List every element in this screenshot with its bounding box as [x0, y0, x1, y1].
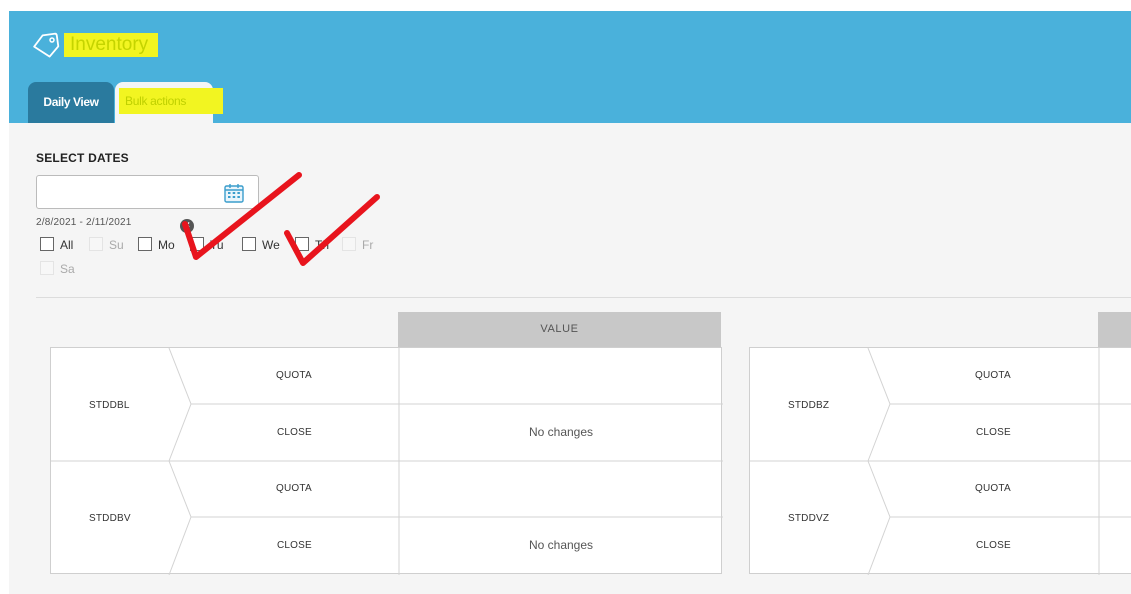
- room-table-right: STDDBZ QUOTA CLOSE STDDVZ QUOTA CLOSE: [749, 347, 1131, 575]
- app-header: Inventory Daily View Bulk actions: [9, 11, 1131, 123]
- day-label: Sa: [60, 262, 75, 276]
- day-label: Su: [109, 238, 124, 252]
- value-column-header-right: [1098, 312, 1131, 347]
- close-value[interactable]: No changes: [399, 538, 723, 552]
- tab-bulk-actions[interactable]: Bulk actions: [115, 82, 223, 123]
- day-label: All: [60, 238, 74, 252]
- select-dates-label: SELECT DATES: [36, 151, 129, 165]
- room-code: STDDVZ: [788, 513, 830, 524]
- tab-bulk-actions-label: Bulk actions: [119, 88, 223, 114]
- checkbox[interactable]: [40, 237, 54, 251]
- selected-range-text: 2/8/2021 - 2/11/2021: [36, 217, 132, 228]
- row-type: QUOTA: [276, 483, 312, 494]
- row-type: CLOSE: [277, 427, 312, 438]
- row-type: QUOTA: [276, 370, 312, 381]
- checkbox[interactable]: [138, 237, 152, 251]
- row-type: QUOTA: [975, 483, 1011, 494]
- row-type: CLOSE: [976, 427, 1011, 438]
- app-frame: Inventory Daily View Bulk actions SELECT…: [9, 11, 1131, 594]
- row-type: CLOSE: [277, 540, 312, 551]
- day-label: Mo: [158, 238, 175, 252]
- app-title: Inventory: [64, 33, 159, 57]
- row-type: CLOSE: [976, 540, 1011, 551]
- room-code: STDDBZ: [788, 400, 830, 411]
- room-code: STDDBV: [89, 513, 131, 524]
- divider: [36, 297, 1131, 298]
- table-lines: [750, 348, 1131, 575]
- row-type: QUOTA: [975, 370, 1011, 381]
- checkbox: [89, 237, 103, 251]
- tab-daily-view[interactable]: Daily View: [28, 82, 114, 123]
- checkbox: [40, 261, 54, 275]
- close-value[interactable]: No changes: [399, 425, 723, 439]
- value-column-header: VALUE: [398, 312, 721, 347]
- room-table-left: STDDBL QUOTA CLOSE No changes STDDBV QUO…: [50, 347, 723, 575]
- checkmark-annotation: [284, 194, 380, 266]
- tag-icon: [33, 32, 60, 58]
- room-code: STDDBL: [89, 400, 130, 411]
